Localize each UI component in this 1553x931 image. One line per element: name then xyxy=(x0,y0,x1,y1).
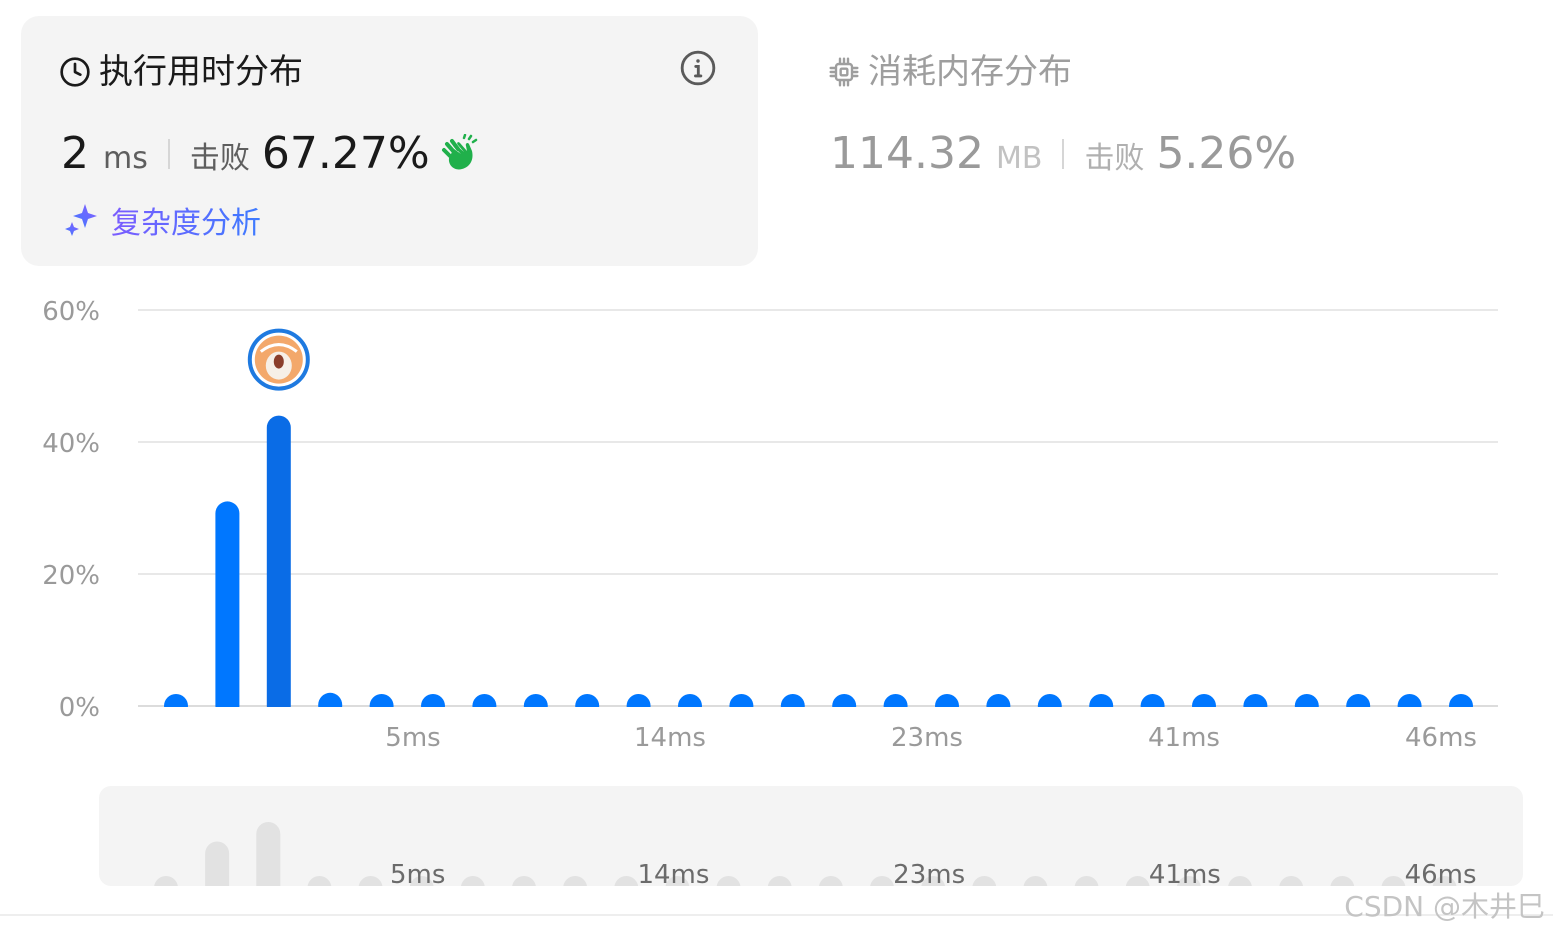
brush-bar xyxy=(358,876,383,886)
brush-bar xyxy=(972,876,997,886)
y-tick-label: 60% xyxy=(42,297,100,327)
chart-bar[interactable] xyxy=(266,415,291,718)
brush-bar xyxy=(154,876,178,886)
brush-bar xyxy=(1125,876,1150,886)
clock-icon xyxy=(60,57,90,87)
brush-bar xyxy=(512,876,536,886)
memory-value: 114.32 xyxy=(830,128,984,179)
brush-bar xyxy=(563,876,587,886)
metric-divider xyxy=(167,138,170,169)
memory-beat-percent: 5.26% xyxy=(1156,128,1297,179)
metric-divider xyxy=(1062,138,1065,169)
sparkle-icon xyxy=(65,204,97,236)
brush-bar xyxy=(819,876,843,886)
brush-bar xyxy=(870,876,894,886)
brush-bar xyxy=(614,876,639,886)
brush-bar xyxy=(1279,876,1303,886)
brush-bar xyxy=(767,876,792,886)
runtime-beat-percent: 67.27% xyxy=(261,128,430,179)
y-tick-label: 40% xyxy=(42,429,100,459)
runtime-unit: ms xyxy=(103,141,148,176)
runtime-distribution-page: 执行用时分布 2 ms 击败 67.27% 复杂度分析 消耗内存分布 114.3… xyxy=(0,0,1553,931)
chart-range-brush[interactable]: 5ms 14ms 23ms 41ms 46ms xyxy=(99,786,1523,886)
power-avatar-icon xyxy=(247,328,310,391)
runtime-title: 执行用时分布 xyxy=(59,50,303,94)
x-tick-label: 23ms xyxy=(891,723,963,753)
y-tick-label: 20% xyxy=(42,561,100,591)
brush-x-tick-label: 23ms xyxy=(893,860,965,886)
watermark: CSDN @木井巳 xyxy=(1344,890,1545,923)
clapping-hands-icon xyxy=(441,133,477,169)
memory-metric-row: 114.32 MB 击败 5.26% xyxy=(830,128,1296,179)
complexity-analysis-link[interactable]: 复杂度分析 xyxy=(63,198,261,242)
runtime-card[interactable]: 执行用时分布 2 ms 击败 67.27% 复杂度分析 xyxy=(21,16,758,266)
runtime-title-text: 执行用时分布 xyxy=(99,52,303,92)
brush-bar xyxy=(307,876,332,886)
complexity-analysis-text: 复杂度分析 xyxy=(111,198,261,242)
brush-bar xyxy=(256,822,281,886)
x-tick-label: 5ms xyxy=(385,723,440,753)
runtime-metric-row: 2 ms 击败 67.27% xyxy=(61,128,480,179)
runtime-value: 2 xyxy=(61,128,89,179)
bottom-divider xyxy=(0,914,1553,916)
x-tick-label: 14ms xyxy=(634,723,706,753)
brush-x-tick-label: 46ms xyxy=(1405,860,1477,886)
x-tick-label: 41ms xyxy=(1148,723,1220,753)
brush-bar xyxy=(1228,876,1252,886)
baseline-mask xyxy=(140,707,1500,727)
chip-icon xyxy=(829,57,859,87)
brush-bar xyxy=(1074,876,1099,886)
brush-bar xyxy=(1023,876,1048,886)
brush-x-tick-label: 41ms xyxy=(1149,860,1221,886)
brush-x-tick-label: 5ms xyxy=(390,860,445,886)
memory-title-text: 消耗内存分布 xyxy=(868,52,1072,92)
runtime-distribution-chart[interactable]: 0% 20% 40% 60% 5ms 14ms 23ms 41ms 46ms xyxy=(0,280,1553,760)
brush-bar xyxy=(716,876,741,886)
runtime-beat-label: 击败 xyxy=(189,141,250,176)
x-tick-label: 46ms xyxy=(1405,723,1477,753)
memory-beat-label: 击败 xyxy=(1084,141,1145,176)
chart-bar[interactable] xyxy=(215,501,240,718)
brush-bar xyxy=(461,876,485,886)
brush-chart[interactable]: 5ms 14ms 23ms 41ms 46ms xyxy=(99,786,1523,886)
memory-tab[interactable]: 消耗内存分布 xyxy=(828,50,1072,94)
y-tick-label: 0% xyxy=(59,693,100,723)
memory-unit: MB xyxy=(995,141,1043,176)
brush-x-tick-label: 14ms xyxy=(637,860,709,886)
brush-bar xyxy=(205,841,230,886)
info-icon[interactable] xyxy=(679,49,717,87)
